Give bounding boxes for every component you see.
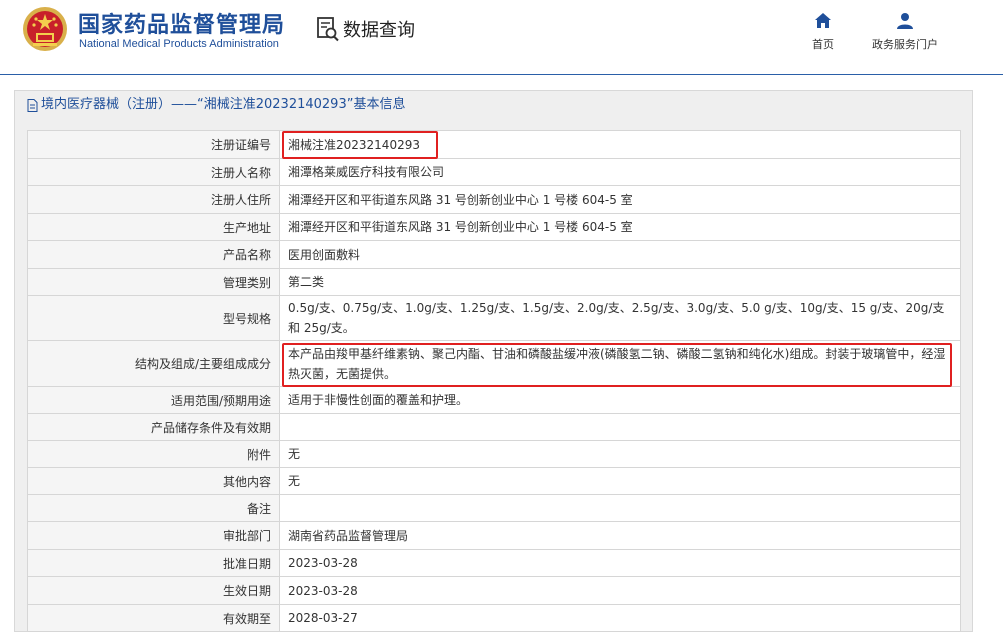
row-label: 注册证编号 <box>27 130 280 159</box>
table-row: 生效日期 2023-03-28 <box>27 576 961 605</box>
row-value: 湖南省药品监督管理局 <box>279 521 961 550</box>
table-row: 型号规格 0.5g/支、0.75g/支、1.0g/支、1.25g/支、1.5g/支… <box>27 295 961 341</box>
data-query-section[interactable]: 数据查询 <box>316 14 415 44</box>
row-label: 审批部门 <box>27 521 280 550</box>
row-value: 湘潭经开区和平街道东风路 31 号创新创业中心 1 号楼 604-5 室 <box>279 213 961 241</box>
table-row: 其他内容无 <box>27 467 961 495</box>
row-label: 批准日期 <box>27 549 280 577</box>
row-value: 适用于非慢性创面的覆盖和护理。 <box>279 386 961 414</box>
row-value: 湘潭经开区和平街道东风路 31 号创新创业中心 1 号楼 604-5 室 <box>279 185 961 214</box>
row-label: 注册人名称 <box>27 158 280 186</box>
search-document-icon <box>317 17 339 42</box>
row-value <box>279 494 961 522</box>
row-label: 生产地址 <box>27 213 280 241</box>
nav-home-label: 首页 <box>812 38 834 51</box>
table-row: 注册人名称 湘潭格莱威医疗科技有限公司 <box>27 158 961 186</box>
row-value: 2028-03-27 <box>279 604 961 632</box>
row-value: 湘潭格莱威医疗科技有限公司 <box>279 158 961 186</box>
row-value: 无 <box>279 440 961 468</box>
detail-panel: 境内医疗器械（注册）——“湘械注准20232140293”基本信息 注册证编号湘… <box>14 90 973 632</box>
row-value: 无 <box>279 467 961 495</box>
panel-title: 境内医疗器械（注册）——“湘械注准20232140293”基本信息 <box>41 97 406 112</box>
table-row: 批准日期 2023-03-28 <box>27 549 961 577</box>
row-value: 本产品由羧甲基纤维素钠、聚己内酯、甘油和磷酸盐缓冲液(磷酸氢二钠、磷酸二氢钠和纯… <box>279 340 961 387</box>
info-table: 注册证编号 湘械注准20232140293 注册人名称 湘潭格莱威医疗科技有限公司 … <box>27 130 961 632</box>
row-value: 2023-03-28 <box>279 576 961 605</box>
nav-home[interactable]: 首页 <box>812 12 834 52</box>
row-label: 备注 <box>27 494 280 522</box>
row-value: 第二类 <box>279 268 961 296</box>
row-label: 结构及组成/主要组成成分 <box>27 340 280 387</box>
nav-service-portal[interactable]: 政务服务门户 <box>872 12 938 52</box>
row-label: 产品名称 <box>27 240 280 269</box>
table-row: 适用范围/预期用途 适用于非慢性创面的覆盖和护理。 <box>27 386 961 414</box>
table-row: 审批部门 湖南省药品监督管理局 <box>27 521 961 550</box>
panel-title-bar: 境内医疗器械（注册）——“湘械注准20232140293”基本信息 <box>15 91 972 119</box>
row-value: 湘械注准20232140293 <box>279 130 961 159</box>
row-label: 生效日期 <box>27 576 280 605</box>
table-row: 结构及组成/主要组成成分 本产品由羧甲基纤维素钠、聚己内酯、甘油和磷酸盐缓冲液(磷… <box>27 340 961 387</box>
info-table-wrap: 注册证编号 湘械注准20232140293 注册人名称 湘潭格莱威医疗科技有限公司 … <box>27 130 961 632</box>
table-row: 管理类别 第二类 <box>27 268 961 296</box>
site-header: 国家药品监督管理局 National Medical Products Admi… <box>0 0 1003 75</box>
row-value: 0.5g/支、0.75g/支、1.0g/支、1.25g/支、1.5g/支、2.0… <box>279 295 961 341</box>
row-value: 2023-03-28 <box>279 549 961 577</box>
national-emblem-icon <box>23 7 67 51</box>
row-label: 型号规格 <box>27 295 280 341</box>
table-row: 附件无 <box>27 440 961 468</box>
row-label: 其他内容 <box>27 467 280 495</box>
user-icon <box>897 13 913 29</box>
document-icon <box>27 98 38 112</box>
table-row: 产品名称 医用创面敷料 <box>27 240 961 269</box>
site-title-cn: 国家药品监督管理局 <box>78 13 286 38</box>
row-label: 注册人住所 <box>27 185 280 214</box>
site-title-en: National Medical Products Administration <box>79 38 279 50</box>
row-value: 医用创面敷料 <box>279 240 961 269</box>
home-icon <box>815 13 831 28</box>
row-label: 管理类别 <box>27 268 280 296</box>
row-label: 适用范围/预期用途 <box>27 386 280 414</box>
row-label: 附件 <box>27 440 280 468</box>
table-row: 生产地址 湘潭经开区和平街道东风路 31 号创新创业中心 1 号楼 604-5 室 <box>27 213 961 241</box>
nav-service-portal-label: 政务服务门户 <box>872 38 938 51</box>
data-query-label: 数据查询 <box>343 20 415 41</box>
table-row: 产品储存条件及有效期 <box>27 413 961 441</box>
row-label: 有效期至 <box>27 604 280 632</box>
table-row: 有效期至 2028-03-27 <box>27 604 961 632</box>
table-row: 注册证编号 湘械注准20232140293 <box>27 130 961 159</box>
table-row: 注册人住所 湘潭经开区和平街道东风路 31 号创新创业中心 1 号楼 604-5 … <box>27 185 961 214</box>
table-row: 备注 <box>27 494 961 522</box>
row-label: 产品储存条件及有效期 <box>27 413 280 441</box>
row-value <box>279 413 961 441</box>
